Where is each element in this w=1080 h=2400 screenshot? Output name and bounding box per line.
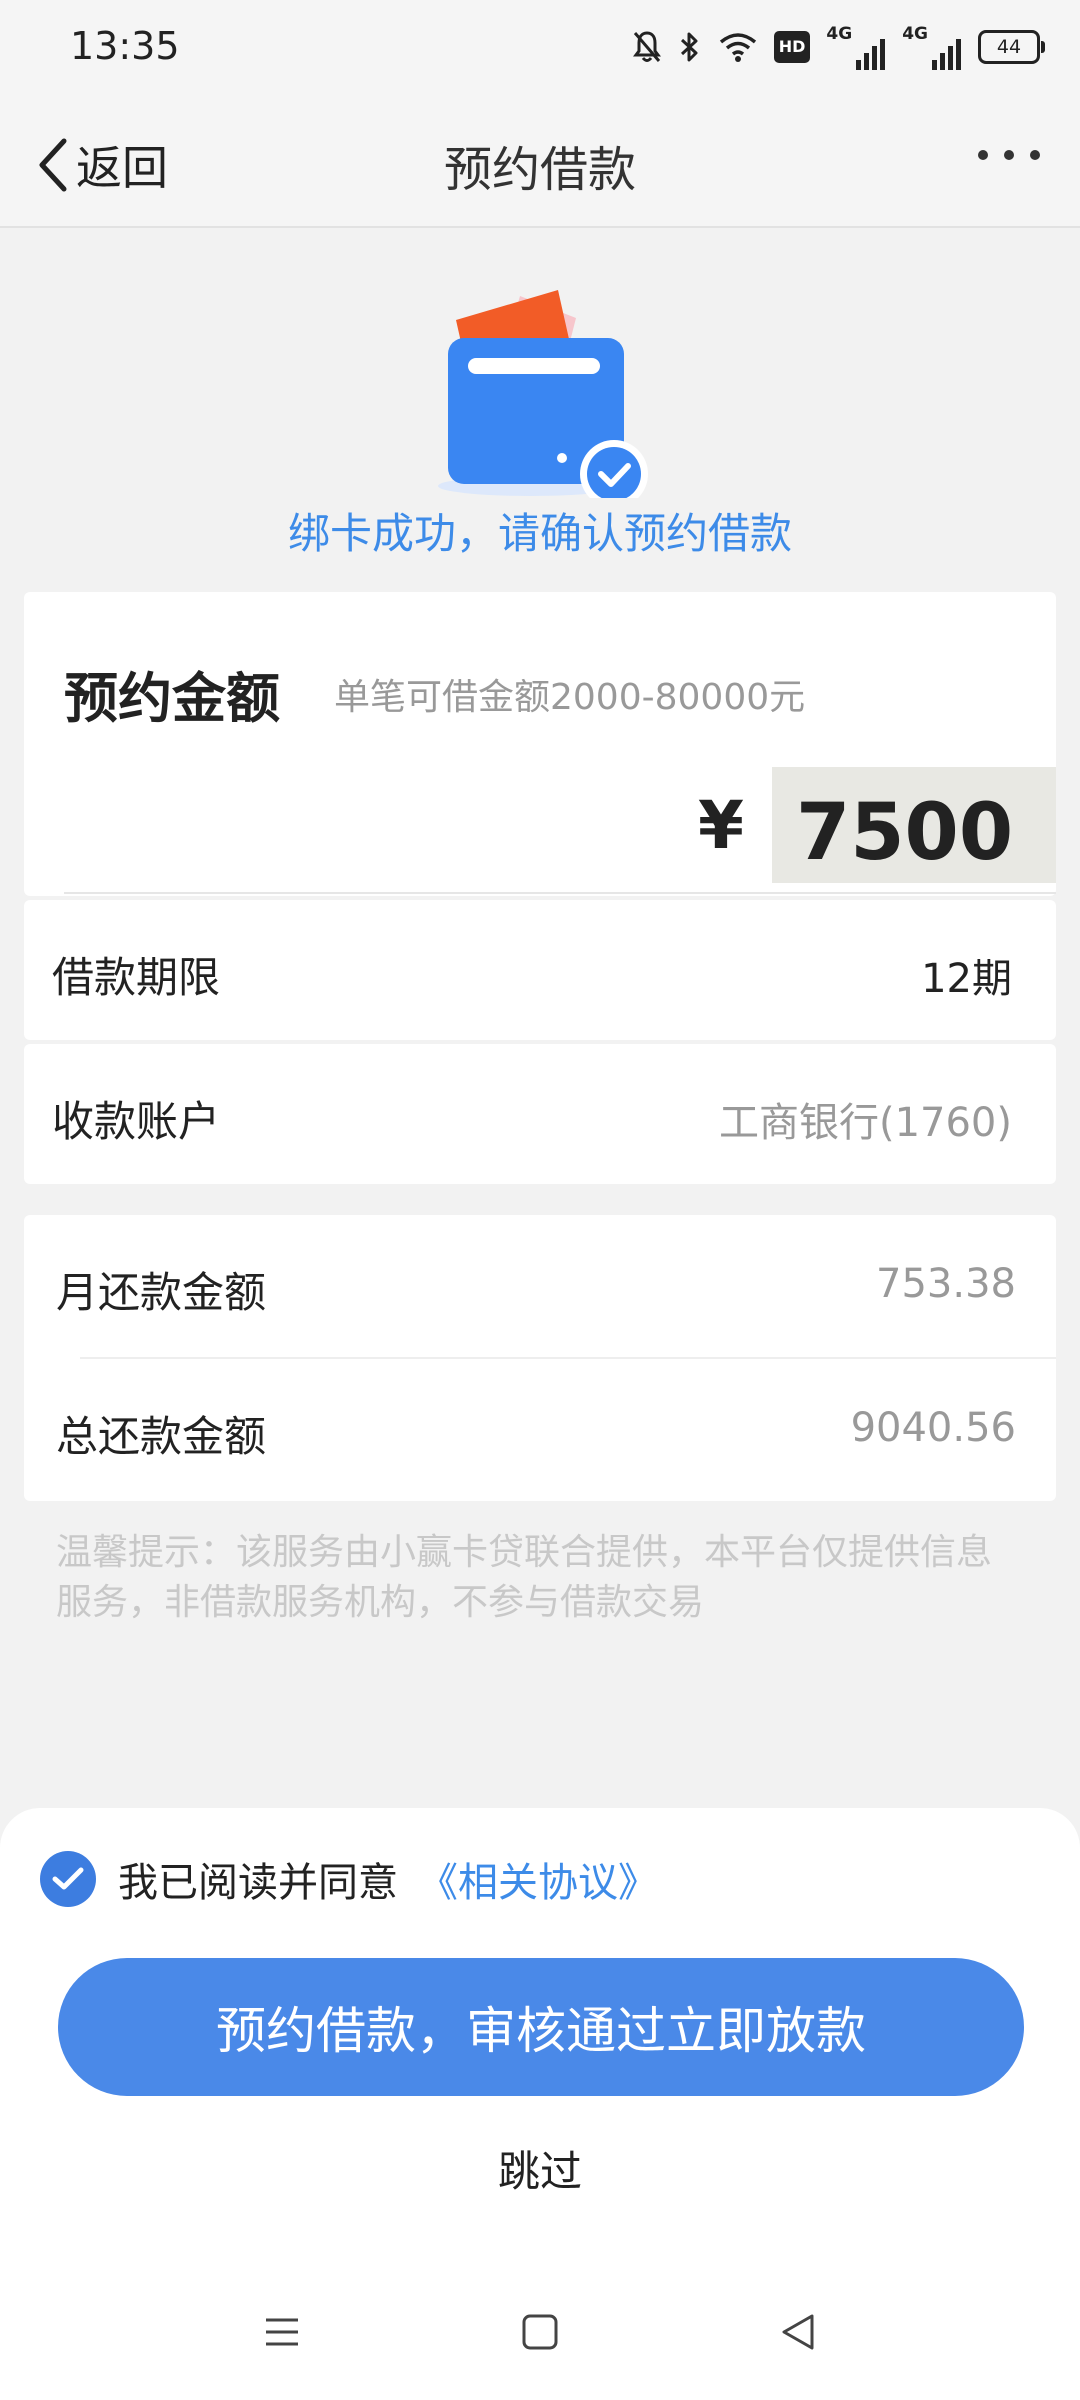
bank-card-check-icon xyxy=(438,290,648,498)
monthly-repayment-row: 月还款金额 753.38 xyxy=(24,1215,1056,1357)
home-square-icon[interactable] xyxy=(520,2312,560,2352)
status-time: 13:35 xyxy=(70,24,180,68)
loan-term-value: 12期 xyxy=(921,956,1012,1002)
receiving-account-row[interactable]: 收款账户 工商银行(1760) xyxy=(24,1044,1056,1184)
status-bar: 13:35 HD 4G 4G 44 xyxy=(0,0,1080,92)
amount-card: 预约金额 单笔可借金额2000-80000元 ¥ 7500 xyxy=(24,592,1056,896)
wifi-icon xyxy=(719,33,756,62)
total-repayment-row: 总还款金额 9040.56 xyxy=(24,1359,1056,1501)
page-title: 预约借款 xyxy=(443,142,636,198)
status-icons: HD 4G 4G 44 xyxy=(632,22,1045,72)
agreement-link[interactable]: 《相关协议》 xyxy=(418,1850,658,1908)
skip-button[interactable]: 跳过 xyxy=(0,2138,1080,2199)
bottom-action-sheet: 我已阅读并同意 《相关协议》 预约借款，审核通过立即放款 跳过 xyxy=(0,1808,1080,2278)
signal-4g-icon: 4G xyxy=(826,24,886,70)
bind-success-banner: 绑卡成功，请确认预约借款 xyxy=(0,228,1080,590)
receiving-account-label: 收款账户 xyxy=(52,1097,221,1146)
back-triangle-icon[interactable] xyxy=(778,2312,818,2352)
battery-level: 44 xyxy=(996,36,1022,58)
total-repayment-value: 9040.56 xyxy=(850,1405,1016,1451)
repayment-card: 月还款金额 753.38 总还款金额 9040.56 xyxy=(24,1215,1056,1501)
amount-input-row: ¥ 7500 xyxy=(24,767,1056,883)
agreement-row: 我已阅读并同意 《相关协议》 xyxy=(40,1850,658,1908)
mute-bell-icon xyxy=(632,31,661,62)
system-nav-bar xyxy=(0,2278,1080,2400)
nav-bar: 返回 预约借款 xyxy=(0,92,1080,228)
agreement-text: 我已阅读并同意 xyxy=(118,1860,398,1906)
check-icon xyxy=(52,1867,84,1890)
menu-icon[interactable] xyxy=(262,2312,302,2352)
more-dots-icon[interactable] xyxy=(978,150,1040,160)
warm-tip: 温馨提示：该服务由小赢卡贷联合提供，本平台仅提供信息服务，非借款服务机构，不参与… xyxy=(56,1532,993,1623)
agreement-checkbox[interactable] xyxy=(40,1851,96,1907)
signal-4g-icon: 4G xyxy=(902,24,962,70)
loan-term-label: 借款期限 xyxy=(52,953,221,1002)
hd-icon: HD xyxy=(773,31,811,63)
reserve-loan-button[interactable]: 预约借款，审核通过立即放款 xyxy=(58,1958,1024,2096)
monthly-repayment-label: 月还款金额 xyxy=(56,1268,267,1317)
currency-symbol: ¥ xyxy=(698,787,744,864)
bind-success-message: 绑卡成功，请确认预约借款 xyxy=(287,509,792,558)
battery-icon: 44 xyxy=(978,30,1045,64)
amount-title: 预约金额 xyxy=(64,667,280,730)
amount-input[interactable]: 7500 xyxy=(772,767,1056,883)
monthly-repayment-value: 753.38 xyxy=(876,1261,1016,1307)
amount-divider xyxy=(64,892,1056,894)
receiving-account-value: 工商银行(1760) xyxy=(718,1100,1012,1146)
bluetooth-icon xyxy=(680,32,698,62)
amount-range-hint: 单笔可借金额2000-80000元 xyxy=(334,677,806,718)
total-repayment-label: 总还款金额 xyxy=(56,1412,267,1461)
loan-term-row[interactable]: 借款期限 12期 xyxy=(24,900,1056,1040)
